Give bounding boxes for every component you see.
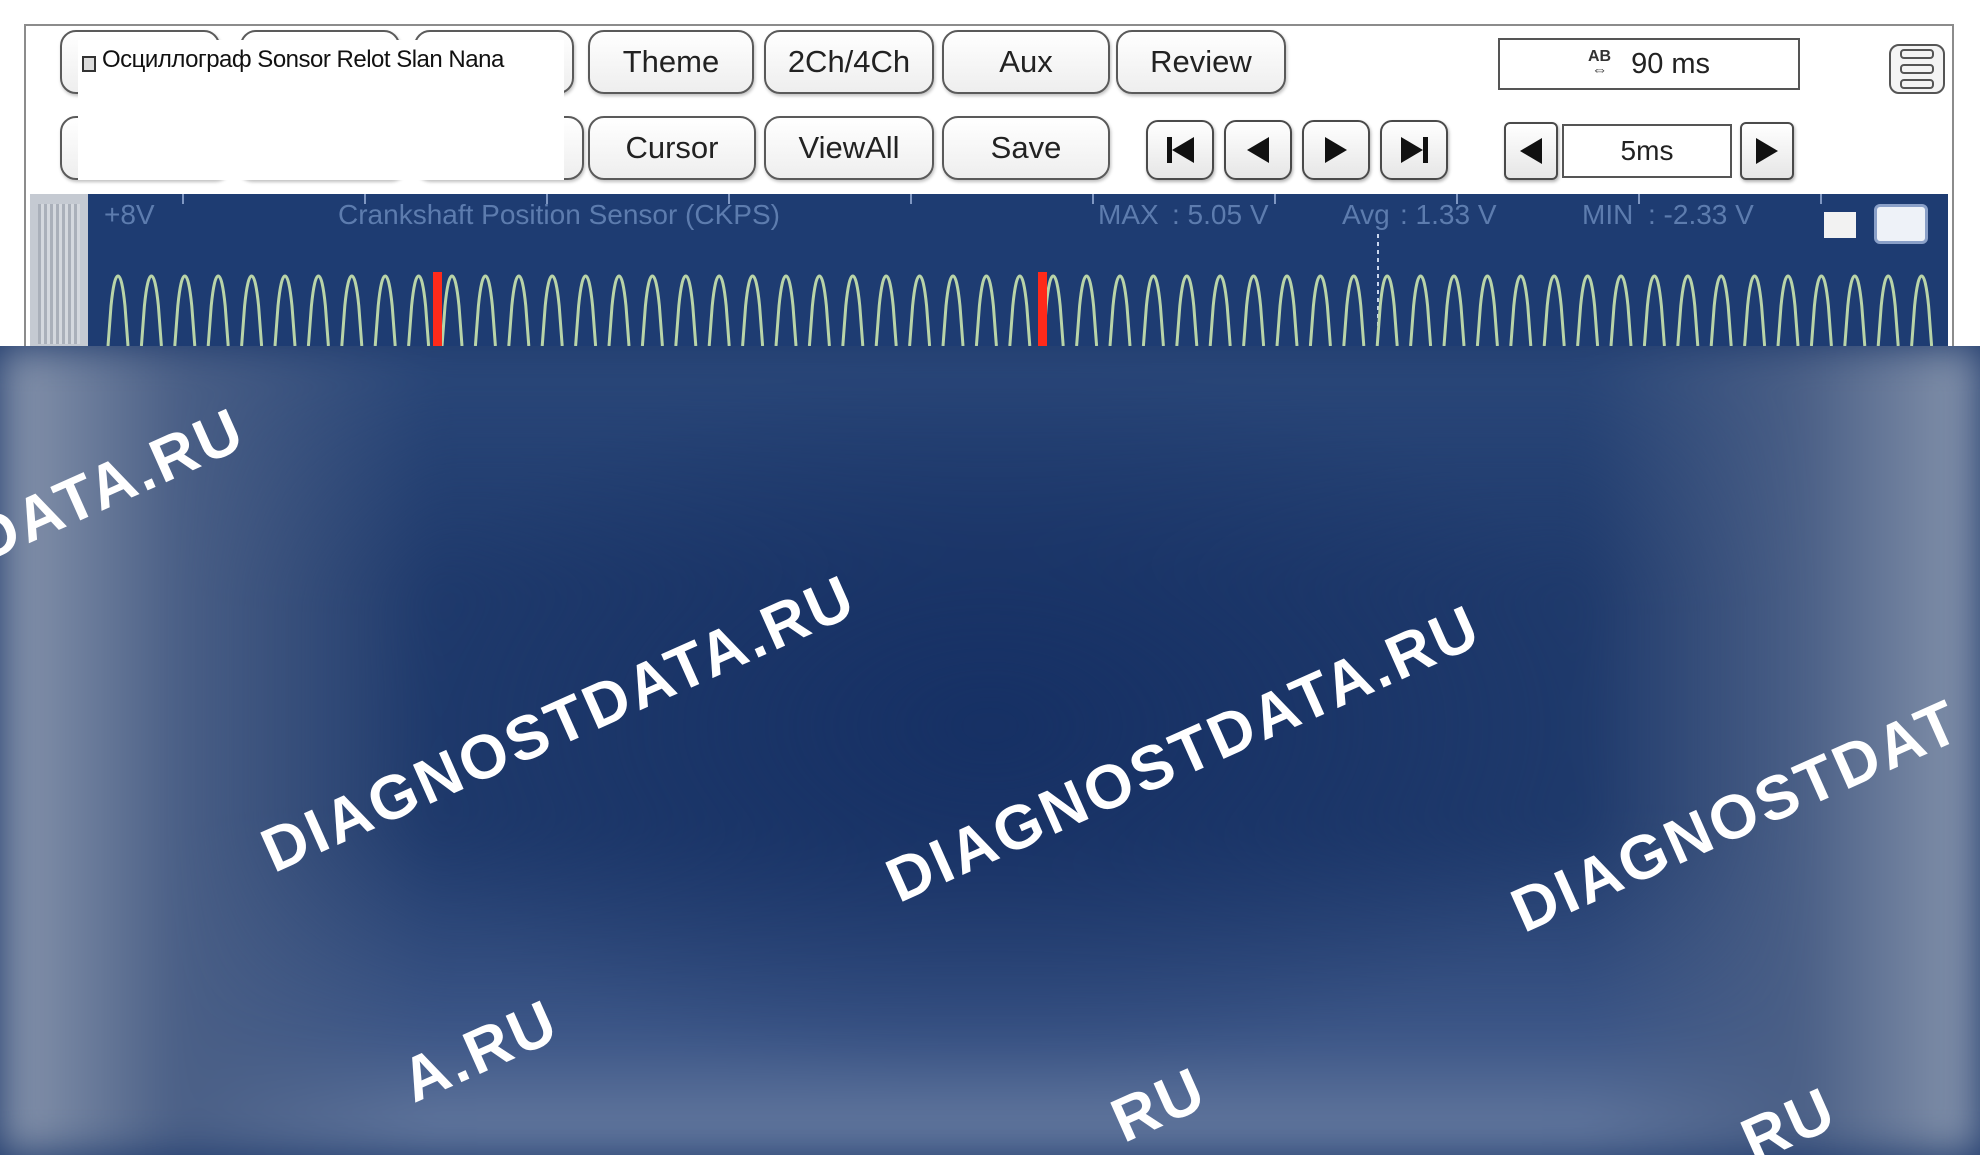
waveform-pulse (607, 274, 631, 346)
waveform-pulse (1108, 274, 1132, 346)
waveform-pulse (874, 274, 898, 346)
ab-cursor-icon: AB ⇔ (1588, 49, 1611, 79)
waveform-pulse (206, 274, 230, 346)
waveform-pulse (1843, 274, 1867, 346)
next-frame-button[interactable] (1302, 120, 1370, 180)
watermark-area: DATA.RU DIAGNOSTDATA.RU DIAGNOSTDATA.RU … (0, 346, 1980, 1155)
view-all-button[interactable]: ViewAll (764, 116, 934, 180)
waveform-pulse (807, 274, 831, 346)
aux-button[interactable]: Aux (942, 30, 1110, 94)
waveform-pulse (1242, 274, 1266, 346)
theme-button[interactable]: Theme (588, 30, 754, 94)
timebase-decrease-button[interactable] (1504, 122, 1558, 180)
waveform-pulse (1275, 274, 1299, 346)
waveform-pulse (507, 274, 531, 346)
waveform-pulse (707, 274, 731, 346)
waveform-pulse (574, 274, 598, 346)
skip-back-icon (1171, 137, 1194, 163)
reference-marker (1038, 272, 1047, 346)
waveform-pulse (440, 274, 464, 346)
reference-marker (433, 272, 442, 346)
waveform-pulse (1075, 274, 1099, 346)
waveform-pulse (373, 274, 397, 346)
timebase-value: 5ms (1562, 124, 1732, 178)
waveform-pulse (1576, 274, 1600, 346)
waveform-pulse (106, 274, 130, 346)
title-checkbox[interactable] (82, 56, 96, 72)
waveform-pulse (1409, 274, 1433, 346)
waveform-pulse (1509, 274, 1533, 346)
waveform-pulse (1609, 274, 1633, 346)
time-readout-value: 90 ms (1631, 47, 1711, 80)
waveform-pulse (1642, 274, 1666, 346)
menu-icon[interactable] (1889, 44, 1945, 94)
last-frame-button[interactable] (1380, 120, 1448, 180)
waveform-pulse (1910, 274, 1934, 346)
avg-value: : 1.33 V (1400, 199, 1497, 230)
max-label: MAX (1098, 199, 1159, 230)
waveform-pulse (1809, 274, 1833, 346)
previous-frame-button[interactable] (1224, 120, 1292, 180)
scale-label: +8V (104, 199, 155, 230)
waveform-pulse (1876, 274, 1900, 346)
waveform-pulse (1308, 274, 1332, 346)
waveform-pulse (640, 274, 664, 346)
waveform-pulse (1175, 274, 1199, 346)
panel-toggle-large[interactable] (1874, 204, 1928, 244)
ab-arrows-glyph: ⇔ (1591, 62, 1608, 79)
waveform-pulse (139, 274, 163, 346)
waveform-pulse (774, 274, 798, 346)
scope-display: +8V Crankshaft Position Sensor (CKPS) MA… (88, 194, 1948, 346)
waveform-pulse (407, 274, 431, 346)
waveform-pulse (1008, 274, 1032, 346)
waveform-pulse (240, 274, 264, 346)
watermark-background (0, 346, 1980, 1155)
channel-scrollbar[interactable] (30, 194, 88, 346)
waveform-pulse (974, 274, 998, 346)
waveform-pulse (473, 274, 497, 346)
waveform-pulse (1442, 274, 1466, 346)
waveform-pulse (1776, 274, 1800, 346)
waveform-pulse (173, 274, 197, 346)
waveform-pulse (1342, 274, 1366, 346)
play-back-icon (1247, 137, 1269, 163)
cursor-button[interactable]: Cursor (588, 116, 756, 180)
waveform-pulse (741, 274, 765, 346)
waveform-pulse (306, 274, 330, 346)
app-title: Осциллограф Sonsor Relot Slan Nana (102, 46, 504, 73)
time-readout: AB ⇔ 90 ms (1498, 38, 1800, 90)
right-arrow-icon (1756, 138, 1778, 164)
first-frame-button[interactable] (1146, 120, 1214, 180)
waveform-pulse (1709, 274, 1733, 346)
channels-button[interactable]: 2Ch/4Ch (764, 30, 934, 94)
skip-forward-icon (1400, 137, 1423, 163)
min-label: MIN (1582, 199, 1634, 230)
waveform-pulse (540, 274, 564, 346)
waveform-pulse (908, 274, 932, 346)
timebase-increase-button[interactable] (1740, 122, 1794, 180)
left-arrow-icon (1520, 138, 1542, 164)
waveform-pulse (1141, 274, 1165, 346)
panel-toggle-small[interactable] (1824, 212, 1856, 238)
max-value: : 5.05 V (1172, 199, 1269, 230)
waveform-pulse (674, 274, 698, 346)
play-forward-icon (1325, 137, 1347, 163)
waveform-pulse (340, 274, 364, 346)
waveform-pulse (941, 274, 965, 346)
signal-name: Crankshaft Position Sensor (CKPS) (338, 199, 780, 230)
title-overlay: Осциллограф Sonsor Relot Slan Nana (78, 40, 564, 180)
waveform-pulse (841, 274, 865, 346)
min-value: : -2.33 V (1648, 199, 1754, 230)
waveform-pulse (1542, 274, 1566, 346)
waveform-pulse (1375, 274, 1399, 346)
waveform-pulse (1676, 274, 1700, 346)
bar-icon (1422, 137, 1428, 163)
review-button[interactable]: Review (1116, 30, 1286, 94)
waveform-pulse (1743, 274, 1767, 346)
waveform-pulse (273, 274, 297, 346)
avg-label: Avg (1342, 199, 1390, 230)
waveform-pulse (1475, 274, 1499, 346)
save-button[interactable]: Save (942, 116, 1110, 180)
waveform-pulse (1208, 274, 1232, 346)
